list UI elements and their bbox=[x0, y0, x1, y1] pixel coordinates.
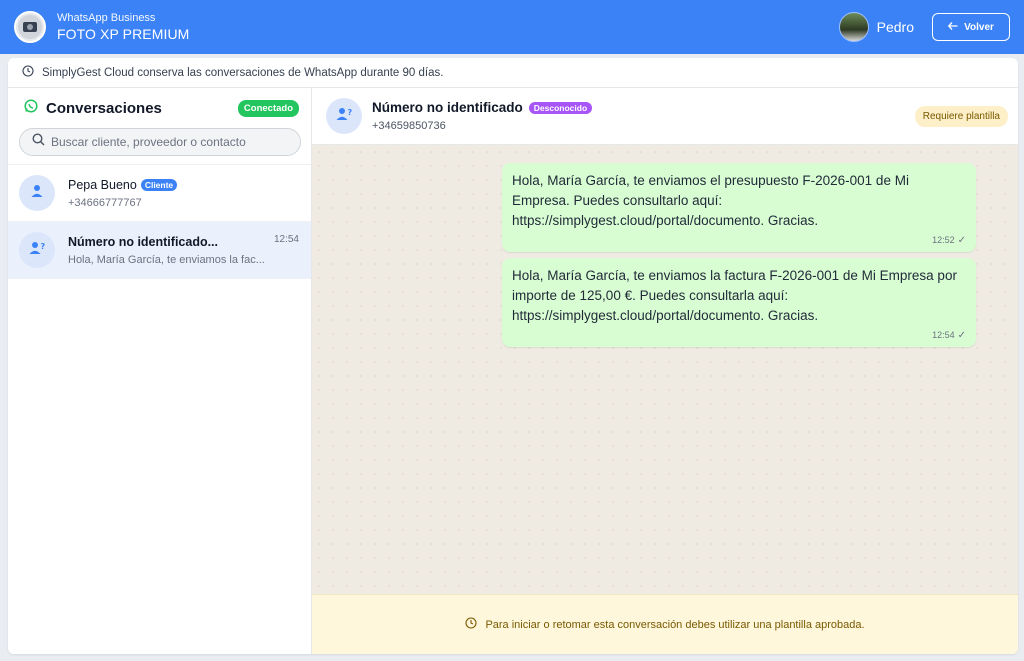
unknown-user-icon: ? bbox=[28, 240, 46, 261]
unknown-user-icon: ? bbox=[335, 106, 353, 127]
conversation-subtitle: +34666777767 bbox=[68, 196, 142, 209]
check-icon: ✓ bbox=[957, 330, 966, 341]
main-card: SimplyGest Cloud conserva las conversaci… bbox=[8, 58, 1018, 654]
app-name: WhatsApp Business bbox=[57, 11, 156, 24]
message-text: Hola, María García, te enviamos el presu… bbox=[512, 173, 909, 228]
message-time: 12:54 bbox=[932, 330, 955, 340]
search-icon bbox=[32, 133, 45, 151]
contact-avatar: ? bbox=[326, 98, 362, 134]
conversation-time: 12:54 bbox=[273, 234, 299, 245]
warning-text: Para iniciar o retomar esta conversación… bbox=[485, 618, 865, 631]
conversation-item-active[interactable]: ? Número no identificado... Hola, María … bbox=[8, 222, 311, 279]
template-warning: Para iniciar o retomar esta conversación… bbox=[312, 594, 1018, 654]
company-logo bbox=[14, 11, 46, 43]
contact-name: Número no identificado bbox=[372, 100, 523, 115]
retention-notice: SimplyGest Cloud conserva las conversaci… bbox=[8, 58, 1018, 88]
conversations-sidebar: Conversaciones Conectado Buscar cliente,… bbox=[8, 88, 312, 654]
clock-icon bbox=[465, 617, 477, 632]
template-required-badge: Requiere plantilla bbox=[914, 105, 1008, 127]
conversation-name: Pepa Bueno bbox=[68, 177, 137, 192]
sidebar-title: Conversaciones bbox=[46, 99, 162, 117]
user-icon bbox=[29, 183, 45, 204]
search-input[interactable] bbox=[51, 135, 291, 149]
search-box[interactable] bbox=[19, 128, 301, 156]
conversation-name: Número no identificado... bbox=[68, 234, 219, 249]
whatsapp-icon bbox=[24, 98, 38, 118]
contact-avatar bbox=[19, 175, 55, 211]
app-header: WhatsApp Business FOTO XP PREMIUM Pedro … bbox=[0, 0, 1024, 54]
back-label: Volver bbox=[964, 21, 994, 33]
message-time: 12:52 bbox=[932, 235, 955, 245]
user-avatar[interactable] bbox=[838, 12, 869, 42]
chat-panel: ? Número no identificado Desconocido +34… bbox=[312, 88, 1018, 654]
check-icon: ✓ bbox=[957, 235, 966, 246]
unknown-tag: Desconocido bbox=[528, 101, 593, 114]
connection-status-badge: Conectado bbox=[237, 99, 299, 117]
message-text: Hola, María García, te enviamos la factu… bbox=[512, 268, 957, 323]
client-tag: Cliente bbox=[140, 178, 178, 191]
contact-phone: +34659850736 bbox=[372, 120, 446, 132]
svg-text:?: ? bbox=[41, 242, 46, 251]
chat-header: ? Número no identificado Desconocido +34… bbox=[312, 88, 1018, 145]
arrow-left-icon bbox=[947, 21, 958, 33]
conversation-list: Pepa Bueno Cliente +34666777767 ? Número… bbox=[8, 164, 311, 279]
user-name[interactable]: Pedro bbox=[877, 19, 914, 35]
message-bubble: Hola, María García, te enviamos el presu… bbox=[502, 163, 976, 252]
conversation-preview: Hola, María García, te enviamos la fac..… bbox=[68, 253, 265, 266]
svg-text:?: ? bbox=[348, 108, 353, 117]
company-name: FOTO XP PREMIUM bbox=[57, 25, 190, 42]
message-area[interactable]: Hola, María García, te enviamos el presu… bbox=[312, 145, 1018, 594]
conversation-item[interactable]: Pepa Bueno Cliente +34666777767 bbox=[8, 165, 311, 222]
clock-icon bbox=[22, 65, 34, 80]
back-button[interactable]: Volver bbox=[932, 13, 1010, 41]
contact-avatar: ? bbox=[19, 232, 55, 268]
notice-text: SimplyGest Cloud conserva las conversaci… bbox=[42, 66, 444, 79]
message-bubble: Hola, María García, te enviamos la factu… bbox=[502, 258, 976, 347]
